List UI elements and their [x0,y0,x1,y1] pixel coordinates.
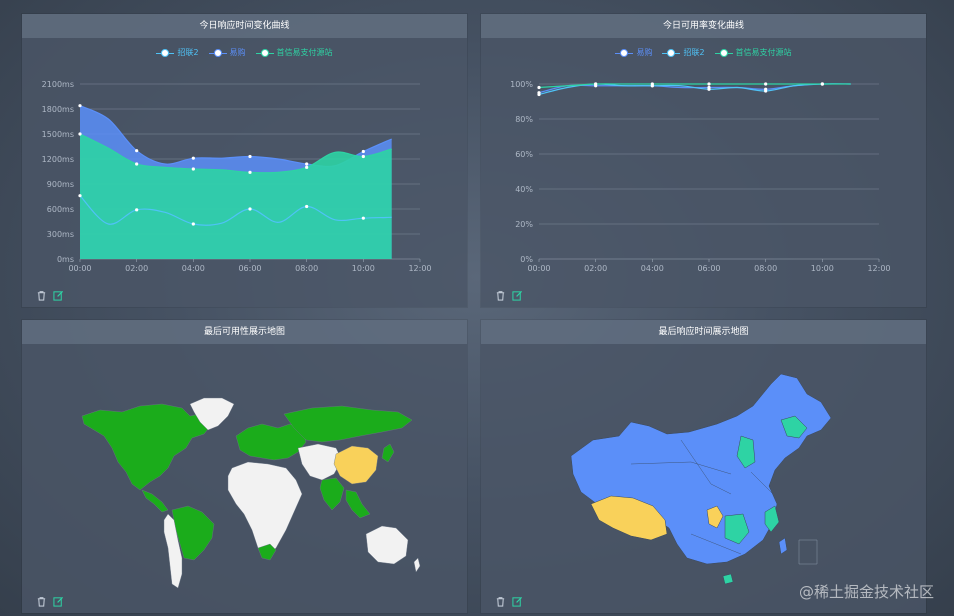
response-time-panel: 今日响应时间变化曲线 招联2 易购 首信易支付源站 0ms 300ms 600ms 900… [22,14,467,307]
data-point[interactable] [248,154,252,159]
map-region-central-america[interactable] [141,489,169,513]
y-tick-label: 600ms [47,205,74,214]
china-map [570,373,832,585]
y-tick-label: 40% [515,185,533,194]
data-point[interactable] [78,194,82,198]
y-tick-label: 60% [515,150,533,159]
data-point[interactable] [361,149,365,154]
data-point[interactable] [820,82,824,86]
y-tick-label: 1200ms [42,155,74,164]
y-tick-label: 0% [520,255,533,264]
map-region-japan[interactable] [381,443,395,463]
panel-toolbar [495,596,523,607]
data-point[interactable] [537,92,541,97]
map-region-southeast-asia[interactable] [345,489,371,519]
watermark: @稀土掘金技术社区 [798,583,934,601]
y-tick-label: 900ms [47,180,74,189]
data-point[interactable] [191,222,195,226]
panel-title: 今日响应时间变化曲线 [22,14,467,38]
data-point[interactable] [707,87,711,91]
x-tick-label: 04:00 [641,264,664,273]
map-region-australia[interactable] [365,525,409,565]
data-point[interactable] [361,154,365,159]
data-point[interactable] [305,165,309,169]
data-point[interactable] [78,104,82,108]
x-tick-label: 12:00 [408,264,431,273]
availability-panel: 今日可用率变化曲线 易购 招联2 首信易支付源站 0% 20% 40% 60% 80% 100… [481,14,926,307]
x-tick-label: 02:00 [125,264,148,273]
y-tick-label: 1800ms [42,105,74,114]
x-tick-label: 10:00 [352,264,375,273]
map-region-hainan[interactable] [722,573,734,585]
data-point[interactable] [764,89,768,93]
data-point[interactable] [650,82,654,86]
data-point[interactable] [248,207,252,211]
availability-chart: 0% 20% 40% 60% 80% 100% 00:00 02:00 04:00 06:00 08… [510,80,890,273]
y-tick-label: 0ms [57,255,74,264]
x-tick-label: 00:00 [68,264,91,273]
x-tick-label: 06:00 [238,264,261,273]
map-region-russia[interactable] [283,405,413,443]
map-region-africa[interactable] [227,461,303,559]
south-china-sea-inset [798,539,818,565]
data-point[interactable] [135,162,139,166]
edit-icon[interactable] [512,596,523,607]
x-tick-label: 12:00 [867,264,890,273]
data-point[interactable] [78,132,82,136]
trash-icon[interactable] [495,290,506,301]
x-tick-label: 08:00 [754,264,777,273]
china-map-panel: 最后响应时间展示地图 [481,320,926,613]
x-tick-label: 04:00 [182,264,205,273]
map-region-new-zealand[interactable] [413,557,421,573]
y-tick-label: 20% [515,220,533,229]
y-tick-label: 2100ms [42,80,74,89]
world-map-panel: 最后可用性展示地图 [22,320,467,613]
edit-icon[interactable] [53,596,64,607]
data-point[interactable] [707,82,711,86]
y-tick-label: 80% [515,115,533,124]
data-point[interactable] [764,82,768,86]
x-tick-label: 10:00 [811,264,834,273]
data-point[interactable] [135,208,139,212]
data-point[interactable] [135,149,139,153]
data-point[interactable] [305,162,309,166]
x-tick-label: 02:00 [584,264,607,273]
edit-icon[interactable] [53,290,64,301]
data-point[interactable] [537,85,541,90]
data-point[interactable] [191,167,195,171]
panel-title: 最后响应时间展示地图 [481,320,926,344]
data-point[interactable] [248,170,252,174]
y-tick-label: 100% [510,80,533,89]
data-point[interactable] [594,82,598,86]
data-point[interactable] [191,156,195,160]
edit-icon[interactable] [512,290,523,301]
panel-title: 最后可用性展示地图 [22,320,467,344]
trash-icon[interactable] [36,596,47,607]
y-tick-label: 1500ms [42,130,74,139]
panel-toolbar [495,290,523,301]
map-region-north-america[interactable] [81,403,213,491]
panel-toolbar [36,290,64,301]
map-region-china[interactable] [333,445,379,485]
panel-toolbar [36,596,64,607]
x-tick-label: 06:00 [697,264,720,273]
map-region-taiwan[interactable] [778,537,788,555]
response-time-chart: 0ms 300ms 600ms 900ms 1200ms 1500ms 1800ms 2100… [42,80,432,273]
world-map [81,397,421,589]
panel-title: 今日可用率变化曲线 [481,14,926,38]
data-point[interactable] [361,216,365,220]
x-tick-label: 08:00 [295,264,318,273]
data-point[interactable] [305,204,309,209]
x-tick-label: 00:00 [527,264,550,273]
y-tick-label: 300ms [47,230,74,239]
map-region-india[interactable] [319,477,345,511]
trash-icon[interactable] [36,290,47,301]
trash-icon[interactable] [495,596,506,607]
